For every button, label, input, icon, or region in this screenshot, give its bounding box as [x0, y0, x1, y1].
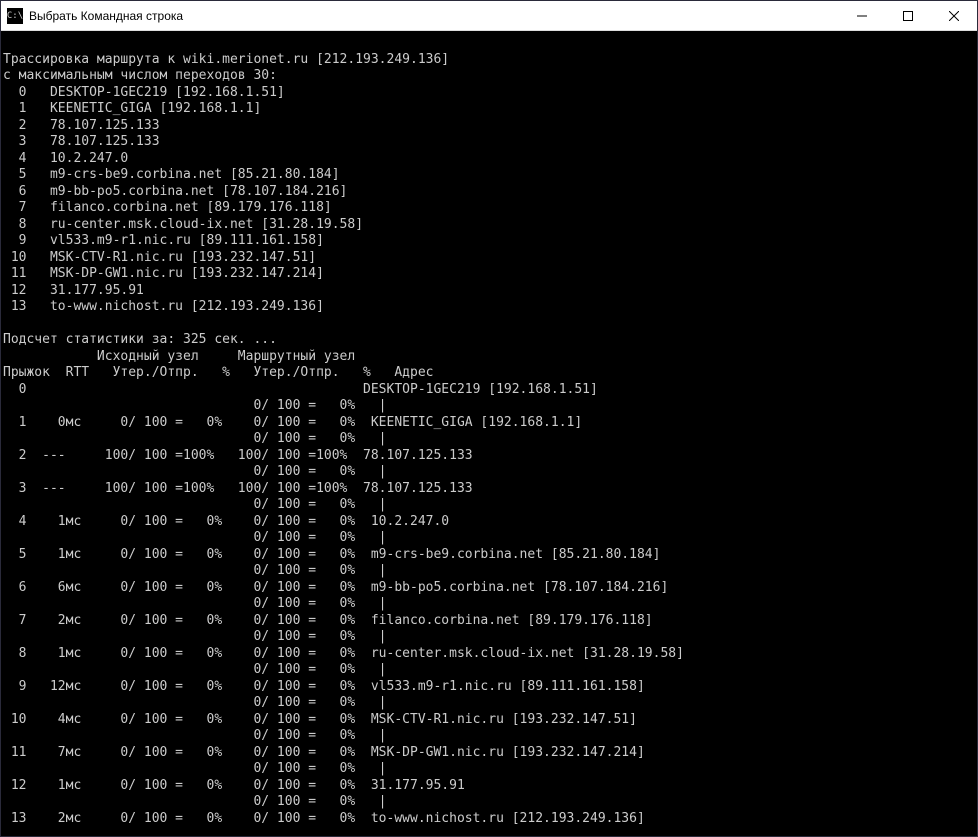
window-title: Выбрать Командная строка — [29, 9, 839, 23]
terminal-output[interactable]: Трассировка маршрута к wiki.merionet.ru … — [1, 31, 977, 836]
cmd-icon: C:\ — [7, 8, 23, 24]
titlebar-controls — [839, 1, 977, 30]
minimize-button[interactable] — [839, 1, 885, 30]
close-button[interactable] — [931, 1, 977, 30]
command-prompt-window: C:\ Выбрать Командная строка Трассировка… — [0, 0, 978, 837]
maximize-button[interactable] — [885, 1, 931, 30]
titlebar[interactable]: C:\ Выбрать Командная строка — [1, 1, 977, 31]
